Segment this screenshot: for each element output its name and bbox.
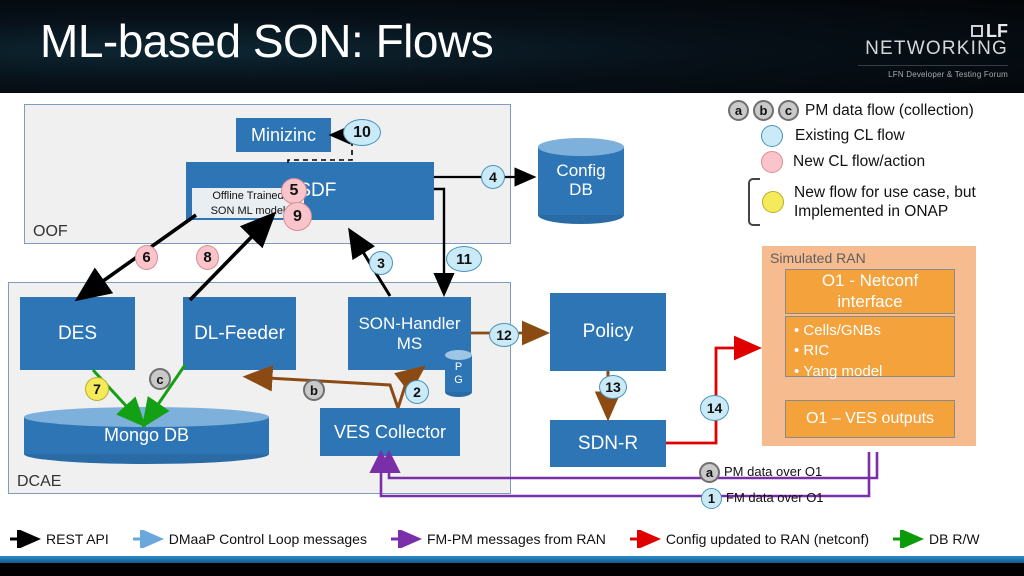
badge-8[interactable]: 8	[196, 245, 219, 270]
badge-14-label: 14	[706, 400, 723, 416]
badge-12[interactable]: 12	[489, 323, 519, 347]
legend-dot-new-cl	[761, 151, 783, 173]
bottom-legend-label-2: FM-PM messages from RAN	[426, 531, 606, 547]
bottom-legend-item-dmaap: DMaaP Control Loop messages	[131, 530, 367, 548]
badge-a-bottom[interactable]: a	[699, 462, 720, 483]
badge-3-label: 3	[377, 255, 385, 271]
connector-layer-front	[74, 125, 762, 445]
legend-new-cl-text: New CL flow/action	[793, 153, 926, 170]
bottom-legend-item-fmpm: FM-PM messages from RAN	[389, 530, 606, 548]
legend-badge-b: b	[753, 100, 774, 121]
legend-badge-a: a	[728, 100, 749, 121]
bottom-legend-item-dbrw: DB R/W	[891, 530, 980, 548]
slide-canvas: ML-based SON: Flows LF NETWORKING LFN De…	[0, 0, 1024, 576]
badge-8-label: 8	[203, 249, 212, 266]
bottom-legend: REST API DMaaP Control Loop messages FM-…	[0, 524, 1024, 554]
label-pm-data-over-o1: PM data over O1	[724, 464, 823, 479]
label-fm-data-over-o1: FM data over O1	[726, 490, 824, 505]
badge-7-label: 7	[93, 381, 101, 397]
badge-10[interactable]: 10	[343, 119, 381, 146]
badge-13-label: 13	[605, 379, 621, 395]
badge-12-label: 12	[496, 327, 512, 343]
badge-11-label: 11	[456, 250, 472, 268]
legend-brace-icon	[748, 178, 760, 226]
legend-dot-new-flow	[762, 191, 784, 213]
legend-new-flow-line1: New flow for use case, but	[794, 183, 976, 201]
badge-a-bottom-label: a	[705, 465, 714, 480]
legend-row-pm: a b c PM data flow (collection)	[728, 100, 1024, 121]
badge-b-label: b	[310, 382, 318, 398]
legend-row-new-cl: New CL flow/action	[728, 151, 1024, 173]
arrow-icon-black	[10, 530, 41, 548]
legend-row-new-flow: New flow for use case, but Implemented i…	[728, 178, 1024, 226]
badge-3[interactable]: 3	[369, 251, 393, 275]
badge-c-label: c	[156, 371, 164, 387]
badge-5[interactable]: 5	[281, 178, 307, 204]
bottom-legend-label-4: DB R/W	[929, 531, 980, 547]
bottom-legend-label-0: REST API	[46, 531, 109, 547]
legend-badge-c: c	[778, 100, 799, 121]
badge-4-label: 4	[489, 169, 497, 185]
arrow-icon-purple	[390, 530, 422, 548]
badge-11[interactable]: 11	[446, 246, 482, 272]
arrow-icon-blue	[132, 530, 164, 548]
badge-1-bottom-label: 1	[707, 491, 716, 506]
badge-2-label: 2	[413, 384, 421, 400]
bottom-legend-item-rest-api: REST API	[8, 530, 109, 548]
legend-new-flow-line2: Implemented in ONAP	[794, 203, 949, 220]
legend-new-flow-text: New flow for use case, but Implemented i…	[794, 183, 976, 222]
badge-5-label: 5	[289, 182, 299, 199]
badge-b[interactable]: b	[303, 379, 325, 401]
arrow-icon-green	[893, 530, 925, 548]
badge-7[interactable]: 7	[85, 377, 109, 401]
badge-9[interactable]: 9	[283, 202, 312, 231]
arrow-icon-red	[629, 530, 661, 548]
legend-pm-text: PM data flow (collection)	[805, 101, 974, 119]
badge-13[interactable]: 13	[599, 375, 627, 399]
badge-6-label: 6	[142, 249, 151, 266]
legend-panel: a b c PM data flow (collection) Existing…	[728, 100, 1024, 228]
bottom-legend-item-config: Config updated to RAN (netconf)	[628, 530, 869, 548]
bottom-legend-label-3: Config updated to RAN (netconf)	[665, 531, 870, 547]
bottom-legend-label-1: DMaaP Control Loop messages	[168, 531, 367, 547]
badge-10-label: 10	[353, 123, 371, 141]
badge-1-bottom[interactable]: 1	[701, 488, 722, 509]
legend-row-existing-cl: Existing CL flow	[728, 125, 1024, 147]
legend-dot-existing-cl	[761, 125, 783, 147]
badge-c[interactable]: c	[149, 368, 171, 390]
badge-14[interactable]: 14	[700, 395, 729, 421]
badge-6[interactable]: 6	[135, 245, 158, 270]
badge-2[interactable]: 2	[405, 380, 429, 404]
badge-9-label: 9	[293, 207, 302, 225]
legend-existing-cl-text: Existing CL flow	[795, 127, 905, 144]
badge-4[interactable]: 4	[481, 165, 505, 189]
